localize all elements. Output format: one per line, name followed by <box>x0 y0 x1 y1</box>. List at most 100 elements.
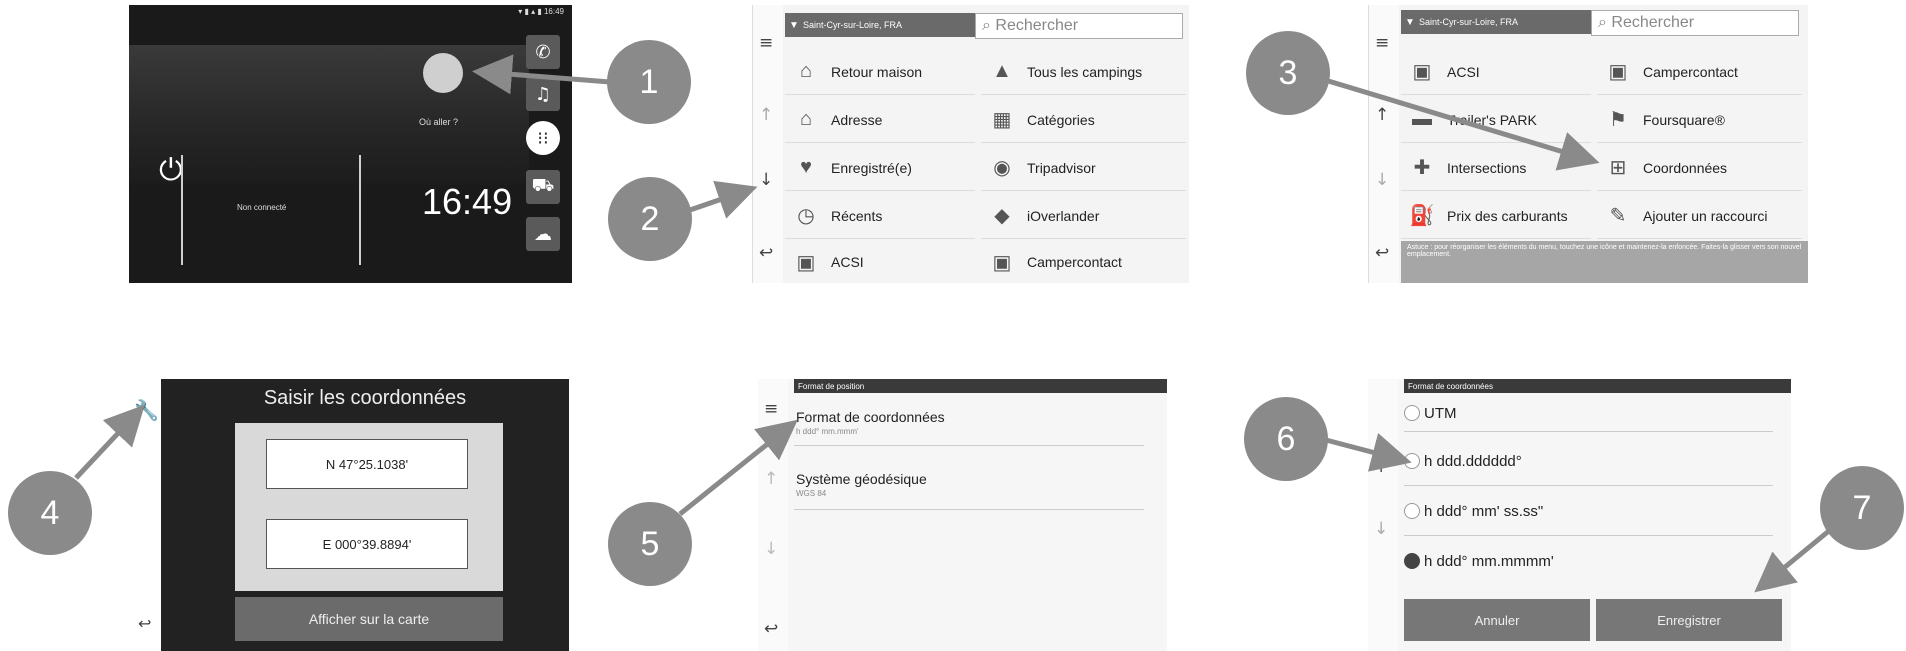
menu-item-trailers-park[interactable]: ▬ Trailer's PARK <box>1401 97 1591 143</box>
acsi-icon: ▣ <box>796 251 816 274</box>
intersection-icon: ✚ <box>1413 157 1431 179</box>
arrow-up-icon[interactable]: ↑ <box>1375 105 1389 125</box>
status-bar: ▾ ▮ ▴ ▮ 16:49 <box>518 7 564 16</box>
arrow-up-icon[interactable]: ↑ <box>1374 457 1388 477</box>
radio-button[interactable] <box>1404 405 1420 421</box>
weather-icon[interactable]: ☁ <box>526 217 560 251</box>
menu-item-label: Enregistré(e) <box>831 159 912 176</box>
format-option-utm[interactable]: UTM <box>1404 395 1773 432</box>
back-icon[interactable]: ↩ <box>138 614 151 633</box>
menu-item-adresse[interactable]: ⌂ Adresse <box>785 97 975 143</box>
menu-item-label: Catégories <box>1027 111 1095 128</box>
fuel-icon: ⛽ <box>1409 205 1435 227</box>
search-placeholder: Rechercher <box>995 17 1079 34</box>
menu-item-label: Retour maison <box>831 63 923 80</box>
menu-icon[interactable]: ≡ <box>1375 33 1389 53</box>
back-icon[interactable]: ↩ <box>759 243 773 263</box>
heart-icon: ♥ <box>800 156 812 178</box>
car-icon[interactable]: ⛟ <box>526 170 560 204</box>
clock-icon: ◷ <box>797 205 815 227</box>
coordinate-format-panel: ↑ ↓ Format de coordonnées UTM h ddd.dddd… <box>1368 379 1791 651</box>
wrench-icon[interactable]: 🔧 <box>134 398 159 422</box>
menu-item-label: ACSI <box>1447 63 1480 80</box>
search-icon: ⌕ <box>1598 14 1612 31</box>
menu-item-acsi[interactable]: ▣ ACSI <box>1401 49 1591 95</box>
format-option-dm[interactable]: h ddd° mm.mmmm' <box>1404 537 1773 585</box>
menu-item-intersections[interactable]: ✚ Intersections <box>1401 145 1591 191</box>
music-icon[interactable]: ♫ <box>526 77 560 111</box>
foursquare-icon: ⚑ <box>1609 109 1627 131</box>
menu-item-label: Trailer's PARK <box>1447 111 1537 128</box>
menu-item-tripadvisor[interactable]: ◉ Tripadvisor <box>981 145 1186 191</box>
arrow-down-icon[interactable]: ↓ <box>1375 170 1389 190</box>
menu-item-prix-carburants[interactable]: ⛽ Prix des carburants <box>1401 193 1591 239</box>
arrow-up-icon[interactable]: ↑ <box>759 105 773 125</box>
longitude-field[interactable]: E 000°39.8894' <box>266 519 468 569</box>
position-format-panel: ≡ ↑ ↓ ↩ Format de position Format de coo… <box>758 379 1167 651</box>
menu-icon[interactable]: ≡ <box>764 399 778 419</box>
coordinate-format-option[interactable]: Format de coordonnées <box>796 409 945 425</box>
arrow-down-icon[interactable]: ↓ <box>764 539 778 559</box>
menu-item-label: Tripadvisor <box>1027 159 1096 176</box>
search-input[interactable]: ⌕ Rechercher <box>1591 10 1799 36</box>
format-option-label: h ddd° mm' ss.ss" <box>1424 502 1544 520</box>
campercontact-icon: ▣ <box>1608 61 1628 83</box>
phone-icon[interactable]: ✆ <box>526 35 560 69</box>
campercontact-icon: ▣ <box>992 251 1012 274</box>
arrow-4 <box>74 404 145 480</box>
save-button[interactable]: Enregistrer <box>1596 599 1782 641</box>
menu-item-label: Campercontact <box>1027 254 1122 270</box>
geodetic-system-option[interactable]: Système géodésique <box>796 471 927 487</box>
menu-item-coordonnees[interactable]: ⊞ Coordonnées <box>1597 145 1802 191</box>
camping-icon: ▲ <box>992 60 1012 82</box>
where-to-menu-panel: ≡ ↑ ↓ ↩ Saint-Cyr-sur-Loire, FRA ⌕ Reche… <box>752 5 1189 283</box>
format-option-label: h ddd° mm.mmmm' <box>1424 552 1554 570</box>
where-to-label[interactable]: Où aller ? <box>419 117 458 127</box>
search-input[interactable]: ⌕ Rechercher <box>975 13 1183 39</box>
page-title: Saisir les coordonnées <box>263 387 467 409</box>
menu-item-label: ACSI <box>831 254 864 270</box>
radio-button[interactable] <box>1404 503 1420 519</box>
format-option-decimal[interactable]: h ddd.dddddd° <box>1404 437 1773 486</box>
menu-item-enregistre[interactable]: ♥ Enregistré(e) <box>785 145 975 191</box>
apps-icon[interactable]: ⁝⁝ <box>526 121 560 155</box>
cancel-button[interactable]: Annuler <box>1404 599 1590 641</box>
tip-banner: Astuce : pour réorganiser les éléments d… <box>1401 241 1808 283</box>
menu-item-tous-les-campings[interactable]: ▲ Tous les campings <box>981 49 1186 95</box>
location-chip[interactable]: Saint-Cyr-sur-Loire, FRA <box>1401 10 1603 34</box>
divider <box>794 509 1144 510</box>
menu-item-recents[interactable]: ◷ Récents <box>785 193 975 239</box>
search-icon[interactable] <box>423 53 463 93</box>
arrow-2 <box>689 180 758 219</box>
back-icon[interactable]: ↩ <box>764 619 778 639</box>
menu-item-ioverlander[interactable]: ◆ iOverlander <box>981 193 1186 239</box>
coordinate-box: N 47°25.1038' E 000°39.8894' <box>235 423 503 591</box>
location-chip[interactable]: Saint-Cyr-sur-Loire, FRA <box>785 13 987 37</box>
menu-item-foursquare[interactable]: ⚑ Foursquare® <box>1597 97 1802 143</box>
menu-icon[interactable]: ≡ <box>759 33 773 53</box>
screen-header: Format de position <box>794 379 1167 393</box>
power-icon[interactable]: ⏻ <box>159 153 183 188</box>
tripadvisor-icon: ◉ <box>993 157 1011 179</box>
format-option-dms[interactable]: h ddd° mm' ss.ss" <box>1404 487 1773 536</box>
latitude-field[interactable]: N 47°25.1038' <box>266 439 468 489</box>
search-icon: ⌕ <box>982 17 996 34</box>
menu-item-acsi[interactable]: ▣ ACSI <box>785 241 975 283</box>
back-icon[interactable]: ↩ <box>1375 243 1389 263</box>
menu-item-categories[interactable]: ▦ Catégories <box>981 97 1186 143</box>
menu-item-campercontact[interactable]: ▣ Campercontact <box>981 241 1186 283</box>
radio-button-selected[interactable] <box>1404 553 1420 569</box>
menu-item-campercontact[interactable]: ▣ Campercontact <box>1597 49 1802 95</box>
menu-side-bar: ↑ ↓ <box>1368 379 1398 651</box>
home-screen-panel: ▾ ▮ ▴ ▮ 16:49 Où aller ? ⏻ Non connecté … <box>129 5 572 283</box>
show-on-map-button[interactable]: Afficher sur la carte <box>235 597 503 641</box>
menu-item-retour-maison[interactable]: ⌂ Retour maison <box>785 49 975 95</box>
menu-item-ajouter-raccourci[interactable]: ✎ Ajouter un raccourci <box>1597 193 1802 239</box>
arrow-down-icon[interactable]: ↓ <box>759 170 773 190</box>
menu-item-label: Foursquare® <box>1643 111 1725 128</box>
arrow-up-icon[interactable]: ↑ <box>764 469 778 489</box>
screen-header: Format de coordonnées <box>1404 379 1791 393</box>
coordinates-icon: ⊞ <box>1609 157 1627 179</box>
radio-button[interactable] <box>1404 453 1420 469</box>
arrow-down-icon[interactable]: ↓ <box>1374 519 1388 539</box>
